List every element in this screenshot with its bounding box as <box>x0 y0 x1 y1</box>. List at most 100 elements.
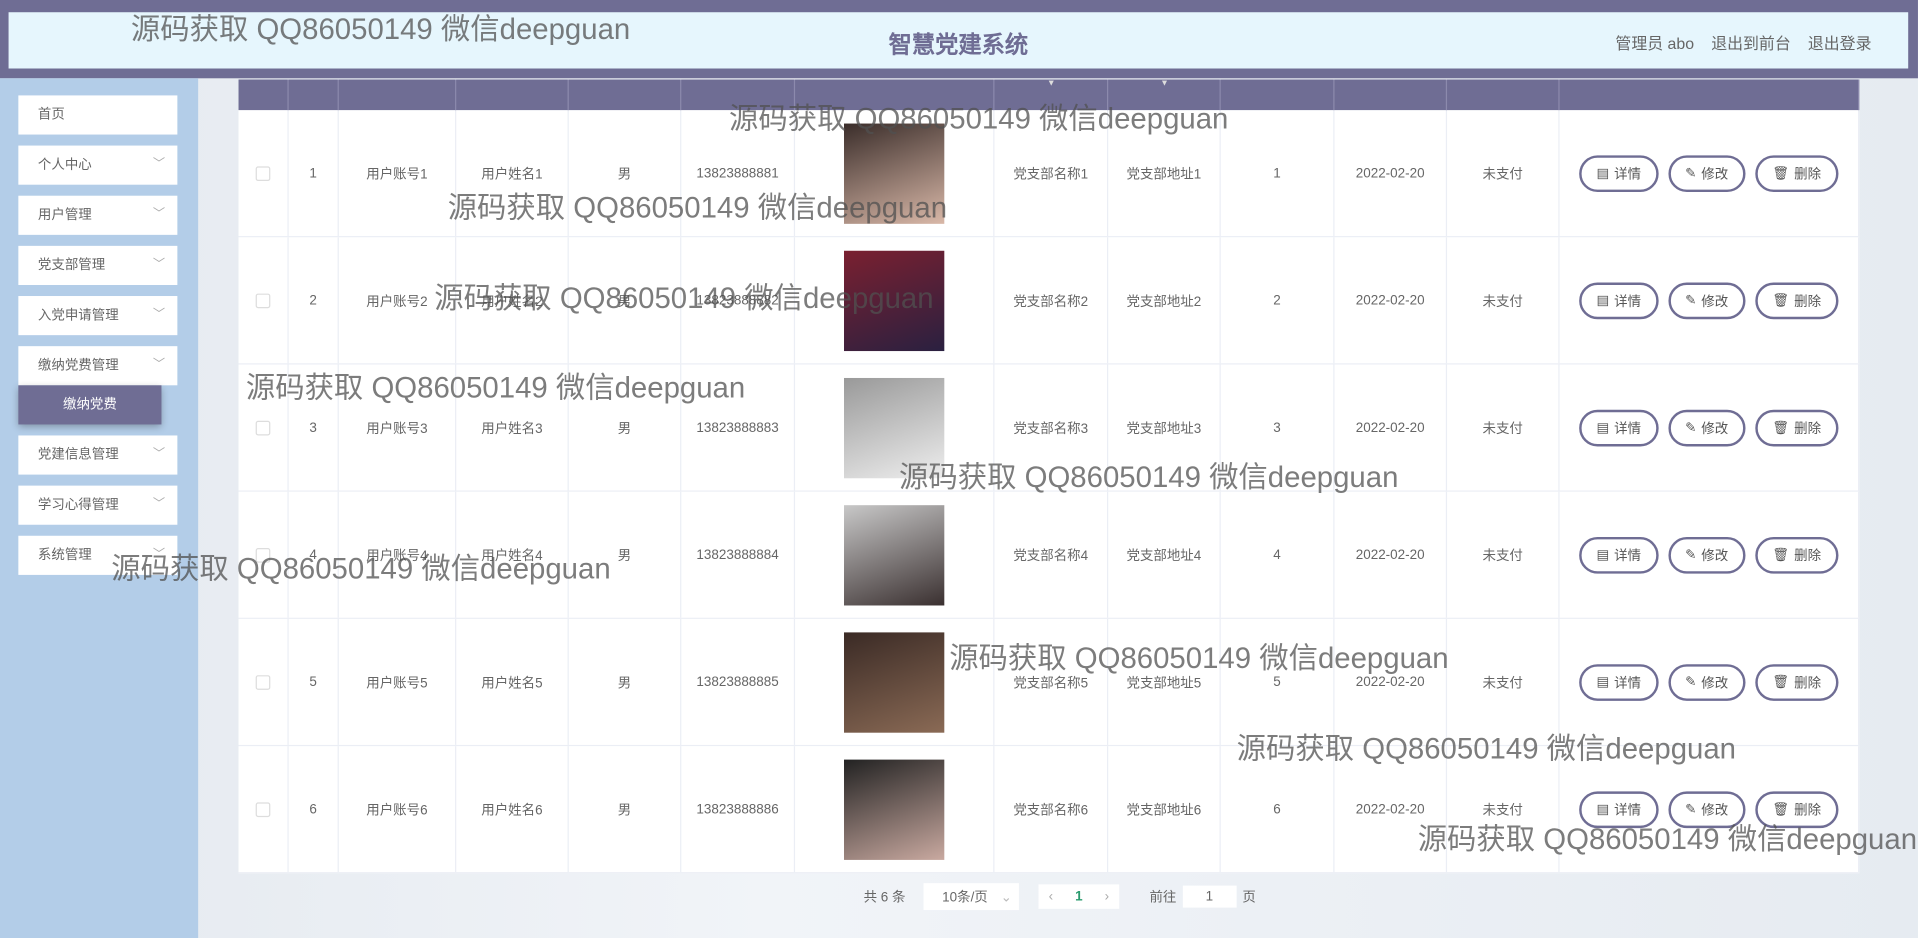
sidebar-item-label: 入党申请管理 <box>37 308 119 323</box>
phone-cell: 13823888884 <box>681 491 796 618</box>
name-cell: 用户姓名3 <box>456 364 569 491</box>
edit-button[interactable]: ✎ 修改 <box>1667 663 1746 701</box>
sidebar-item[interactable]: 用户管理 ﹀ <box>18 195 178 235</box>
date-cell: 2022-02-20 <box>1335 746 1448 873</box>
trash-icon: 🗑 <box>1772 547 1790 563</box>
sidebar-item-label: 用户管理 <box>37 207 92 223</box>
name-cell: 用户姓名4 <box>456 491 569 618</box>
delete-button[interactable]: 🗑 删除 <box>1755 281 1839 319</box>
edit-button[interactable]: ✎ 修改 <box>1667 281 1746 319</box>
phone-cell: 13823888883 <box>681 364 796 491</box>
user-photo <box>844 250 945 351</box>
edit-label: 修改 <box>1701 421 1729 437</box>
detail-button[interactable]: ▤ 详情 <box>1579 790 1659 828</box>
detail-button[interactable]: ▤ 详情 <box>1579 154 1659 192</box>
sort-icon[interactable]: ▼ <box>1047 80 1055 89</box>
page-size-select[interactable]: 10条/页 ⌄ <box>923 883 1020 911</box>
submenu-pay-fee[interactable]: 缴纳党费 <box>18 385 162 425</box>
delete-button[interactable]: 🗑 删除 <box>1755 409 1839 446</box>
select-cell <box>239 491 289 618</box>
header-cell: ▼ <box>994 79 1109 111</box>
edit-button[interactable]: ✎ 修改 <box>1667 536 1746 574</box>
status-cell: 未支付 <box>1447 237 1560 364</box>
detail-label: 详情 <box>1614 166 1642 182</box>
prev-page-button[interactable]: ‹ <box>1049 889 1053 904</box>
gender-cell: 男 <box>569 110 682 237</box>
status-cell: 未支付 <box>1447 364 1560 491</box>
chevron-down-icon: ﹀ <box>152 308 166 322</box>
delete-button[interactable]: 🗑 删除 <box>1755 154 1839 192</box>
amount-cell: 6 <box>1221 746 1335 873</box>
pagination: 共 6 条 10条/页 ⌄ ‹ 1 › 前往 1 页 <box>864 883 1256 911</box>
index-cell: 3 <box>289 364 339 491</box>
select-cell <box>239 110 289 237</box>
sidebar-item[interactable]: 学习心得管理 ﹀ <box>18 485 178 525</box>
select-cell <box>239 746 289 873</box>
chevron-down-icon: ﹀ <box>152 497 166 512</box>
amount-cell: 1 <box>1221 110 1335 237</box>
phone-cell: 13823888881 <box>681 110 796 237</box>
photo-cell <box>795 237 995 364</box>
account-cell: 用户账号5 <box>339 618 457 745</box>
photo-cell <box>795 364 995 491</box>
name-cell: 用户姓名6 <box>456 746 569 873</box>
detail-button[interactable]: ▤ 详情 <box>1579 409 1659 446</box>
row-checkbox[interactable] <box>255 165 271 181</box>
gender-cell: 男 <box>569 491 682 618</box>
sidebar-item[interactable]: 缴纳党费管理 ﹀ <box>18 346 178 386</box>
date-cell: 2022-02-20 <box>1335 491 1448 618</box>
goto-page-input[interactable]: 1 <box>1182 885 1237 908</box>
status-cell: 未支付 <box>1447 618 1560 745</box>
user-photo <box>844 758 945 860</box>
page-suffix: 页 <box>1242 890 1256 906</box>
admin-user-label: 管理员 abo <box>1615 34 1695 53</box>
data-table: ▼ ▼ 1 用户账号1 用户姓名1 男 13823888881 党支部名称1 党支部地址1 1 2… <box>238 79 1860 874</box>
next-page-button[interactable]: › <box>1105 889 1109 904</box>
logout-link[interactable]: 退出登录 <box>1808 31 1872 54</box>
page-1[interactable]: 1 <box>1075 889 1082 904</box>
chevron-down-icon: ﹀ <box>152 447 166 462</box>
table-row: 5 用户账号5 用户姓名5 男 13823888885 党支部名称5 党支部地址5 5 2022… <box>238 618 1860 747</box>
header-cell <box>795 79 995 111</box>
branch-cell: 党支部名称2 <box>994 237 1109 364</box>
delete-button[interactable]: 🗑 删除 <box>1755 790 1839 828</box>
edit-button[interactable]: ✎ 修改 <box>1667 154 1746 192</box>
document-icon: ▤ <box>1596 166 1610 182</box>
actions-cell: ▤ 详情 ✎ 修改 🗑 删除 <box>1560 491 1860 618</box>
trash-icon: 🗑 <box>1772 420 1790 436</box>
app: 智慧党建系统 管理员 abo 退出到前台 退出登录 首页 个人中心 ﹀ 用户管理 ﹀ 党支… <box>0 0 1918 938</box>
delete-button[interactable]: 🗑 删除 <box>1755 536 1839 574</box>
sidebar-item-label: 缴纳党费管理 <box>37 358 119 374</box>
edit-icon: ✎ <box>1685 802 1697 818</box>
select-cell <box>239 364 289 491</box>
detail-button[interactable]: ▤ 详情 <box>1579 281 1659 319</box>
sort-icon[interactable]: ▼ <box>1160 80 1168 89</box>
detail-button[interactable]: ▤ 详情 <box>1579 663 1659 701</box>
branch-cell: 党支部名称3 <box>994 364 1109 491</box>
address-cell: 党支部地址4 <box>1108 491 1221 618</box>
detail-button[interactable]: ▤ 详情 <box>1579 536 1659 574</box>
row-checkbox[interactable] <box>255 674 271 690</box>
row-checkbox[interactable] <box>255 801 271 817</box>
edit-button[interactable]: ✎ 修改 <box>1667 790 1746 828</box>
delete-button[interactable]: 🗑 删除 <box>1755 663 1839 701</box>
edit-icon: ✎ <box>1685 166 1697 182</box>
row-checkbox[interactable] <box>255 547 271 563</box>
sidebar-item[interactable]: 系统管理 ﹀ <box>18 535 178 575</box>
address-cell: 党支部地址6 <box>1108 746 1221 873</box>
edit-button[interactable]: ✎ 修改 <box>1667 409 1746 446</box>
edit-label: 修改 <box>1701 803 1729 818</box>
sidebar-item[interactable]: 入党申请管理 ﹀ <box>18 296 178 336</box>
row-checkbox[interactable] <box>255 292 271 308</box>
sidebar-item[interactable]: 首页 <box>18 95 178 135</box>
exit-to-front-link[interactable]: 退出到前台 <box>1711 31 1791 54</box>
table-row: 3 用户账号3 用户姓名3 男 13823888883 党支部名称3 党支部地址3 3 2022… <box>238 364 1860 492</box>
delete-label: 删除 <box>1794 421 1822 437</box>
sidebar-item[interactable]: 个人中心 ﹀ <box>18 145 178 185</box>
detail-label: 详情 <box>1614 294 1642 309</box>
delete-label: 删除 <box>1794 294 1822 309</box>
sidebar-item[interactable]: 党支部管理 ﹀ <box>18 245 178 286</box>
sidebar-item[interactable]: 党建信息管理 ﹀ <box>18 435 178 475</box>
status-cell: 未支付 <box>1447 491 1560 618</box>
row-checkbox[interactable] <box>255 420 271 435</box>
